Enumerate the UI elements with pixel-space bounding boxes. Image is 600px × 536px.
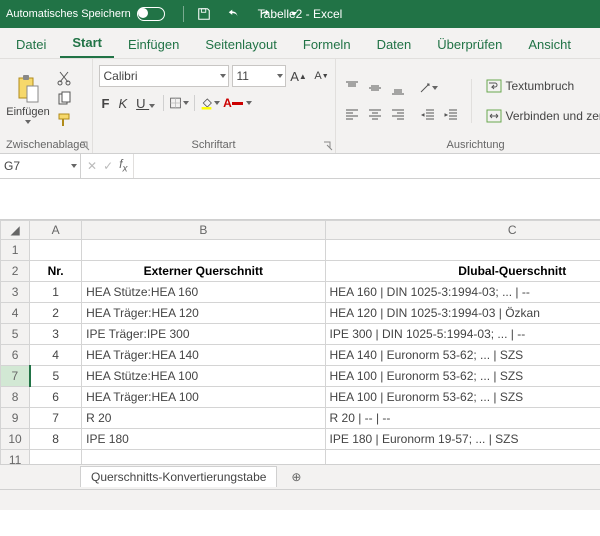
tab-layout[interactable]: Seitenlayout [193, 31, 289, 58]
row-header[interactable]: 5 [1, 324, 30, 345]
row-header[interactable]: 9 [1, 408, 30, 429]
cell[interactable]: 6 [30, 387, 82, 408]
row-header[interactable]: 6 [1, 345, 30, 366]
row-header[interactable]: 4 [1, 303, 30, 324]
cell[interactable]: IPE 180 | Euronorm 19-57; ... | SZS [325, 429, 600, 450]
cell[interactable]: HEA 100 | Euronorm 53-62; ... | SZS [325, 366, 600, 387]
launcher-icon[interactable] [323, 141, 333, 151]
tab-file[interactable]: Datei [4, 31, 58, 58]
col-header-c[interactable]: C [325, 221, 600, 240]
italic-button[interactable]: K [115, 95, 130, 112]
formula-bar: G7 ✕ ✓ fx [0, 154, 600, 179]
window-title: Tabelle2 - Excel [258, 7, 343, 21]
sheet-tab-bar: Querschnitts-Konvertierungstabe ⊕ [0, 464, 600, 489]
status-bar [0, 489, 600, 510]
merge-cells-button[interactable]: Verbinden und zen [482, 103, 600, 129]
cell[interactable]: HEA Stütze:HEA 160 [82, 282, 325, 303]
cell[interactable]: HEA Träger:HEA 140 [82, 345, 325, 366]
title-bar: Automatisches Speichern Tabelle2 - Excel [0, 0, 600, 28]
blank-area [0, 179, 600, 220]
cell[interactable]: IPE Träger:IPE 300 [82, 324, 325, 345]
tab-insert[interactable]: Einfügen [116, 31, 191, 58]
group-font: Calibri 11 A▲ A▼ F K U A Schriftart [93, 59, 336, 153]
row-header[interactable]: 2 [1, 261, 30, 282]
paste-button[interactable]: Einfügen [6, 74, 50, 124]
row-header[interactable]: 11 [1, 450, 30, 465]
cell[interactable]: 4 [30, 345, 82, 366]
header-cell[interactable]: Nr. [30, 261, 82, 282]
decrease-font-icon[interactable]: A▼ [312, 67, 332, 85]
cell[interactable]: 3 [30, 324, 82, 345]
font-name-combo[interactable]: Calibri [99, 65, 229, 87]
cell[interactable]: HEA Träger:HEA 120 [82, 303, 325, 324]
group-alignment: Textumbruch Verbinden und zen Ausrichtun… [336, 59, 600, 153]
row-header[interactable]: 3 [1, 282, 30, 303]
tab-data[interactable]: Daten [365, 31, 424, 58]
font-color-icon[interactable]: A [223, 94, 243, 112]
wrap-text-button[interactable]: Textumbruch [482, 73, 600, 99]
row-header[interactable]: 1 [1, 240, 30, 261]
cell[interactable]: 8 [30, 429, 82, 450]
cell[interactable]: R 20 [82, 408, 325, 429]
sheet-tab[interactable]: Querschnitts-Konvertierungstabe [80, 466, 277, 487]
cell[interactable]: HEA Stütze:HEA 100 [82, 366, 325, 387]
align-top-icon[interactable] [342, 79, 362, 97]
accept-formula-icon[interactable]: ✓ [103, 159, 113, 173]
ribbon-tabs: Datei Start Einfügen Seitenlayout Formel… [0, 28, 600, 59]
fill-color-icon[interactable] [200, 94, 220, 112]
align-bottom-icon[interactable] [388, 79, 408, 97]
row-header[interactable]: 7 [1, 366, 30, 387]
autosave-toggle[interactable]: Automatisches Speichern [6, 7, 165, 21]
spreadsheet-grid[interactable]: ◢ A B C 1 2 Nr. Externer Querschnitt Dlu… [0, 220, 600, 464]
copy-icon[interactable] [54, 90, 74, 108]
tab-formulas[interactable]: Formeln [291, 31, 363, 58]
increase-indent-icon[interactable] [441, 106, 461, 124]
header-cell[interactable]: Externer Querschnitt [82, 261, 325, 282]
ribbon: Einfügen Zwischenablage Calibri 11 A▲ A▼… [0, 59, 600, 154]
align-right-icon[interactable] [388, 106, 408, 124]
cell[interactable]: HEA 160 | DIN 1025-3:1994-03; ... | -- [325, 282, 600, 303]
cell[interactable]: IPE 180 [82, 429, 325, 450]
cell[interactable]: 7 [30, 408, 82, 429]
align-left-icon[interactable] [342, 106, 362, 124]
format-painter-icon[interactable] [54, 111, 74, 129]
cell[interactable]: 5 [30, 366, 82, 387]
row-header[interactable]: 10 [1, 429, 30, 450]
cell[interactable]: 2 [30, 303, 82, 324]
cell[interactable]: IPE 300 | DIN 1025-5:1994-03; ... | -- [325, 324, 600, 345]
undo-icon[interactable] [224, 5, 244, 23]
group-clipboard: Einfügen Zwischenablage [0, 59, 93, 153]
cell[interactable]: HEA 120 | DIN 1025-3:1994-03 | Özkan [325, 303, 600, 324]
decrease-indent-icon[interactable] [418, 106, 438, 124]
save-icon[interactable] [194, 5, 214, 23]
autosave-label: Automatisches Speichern [6, 8, 131, 20]
cell[interactable]: HEA 140 | Euronorm 53-62; ... | SZS [325, 345, 600, 366]
orientation-icon[interactable] [418, 79, 438, 97]
add-sheet-icon[interactable]: ⊕ [285, 466, 307, 488]
col-header-b[interactable]: B [82, 221, 325, 240]
cell[interactable]: HEA 100 | Euronorm 53-62; ... | SZS [325, 387, 600, 408]
select-all-corner[interactable]: ◢ [1, 221, 30, 240]
name-box[interactable]: G7 [0, 154, 81, 178]
cut-icon[interactable] [54, 69, 74, 87]
tab-start[interactable]: Start [60, 29, 114, 58]
tab-view[interactable]: Ansicht [516, 31, 583, 58]
header-cell[interactable]: Dlubal-Querschnitt [325, 261, 600, 282]
cell[interactable]: HEA Träger:HEA 100 [82, 387, 325, 408]
align-middle-icon[interactable] [365, 79, 385, 97]
tab-review[interactable]: Überprüfen [425, 31, 514, 58]
font-size-combo[interactable]: 11 [232, 65, 286, 87]
fx-icon[interactable]: fx [119, 157, 127, 174]
bold-button[interactable]: F [99, 95, 113, 112]
launcher-icon[interactable] [80, 141, 90, 151]
borders-icon[interactable] [169, 94, 189, 112]
row-header[interactable]: 8 [1, 387, 30, 408]
align-center-icon[interactable] [365, 106, 385, 124]
col-header-a[interactable]: A [30, 221, 82, 240]
increase-font-icon[interactable]: A▲ [289, 67, 309, 85]
underline-button[interactable]: U [133, 95, 158, 112]
cell[interactable]: R 20 | -- | -- [325, 408, 600, 429]
cell[interactable]: 1 [30, 282, 82, 303]
cancel-formula-icon[interactable]: ✕ [87, 159, 97, 173]
